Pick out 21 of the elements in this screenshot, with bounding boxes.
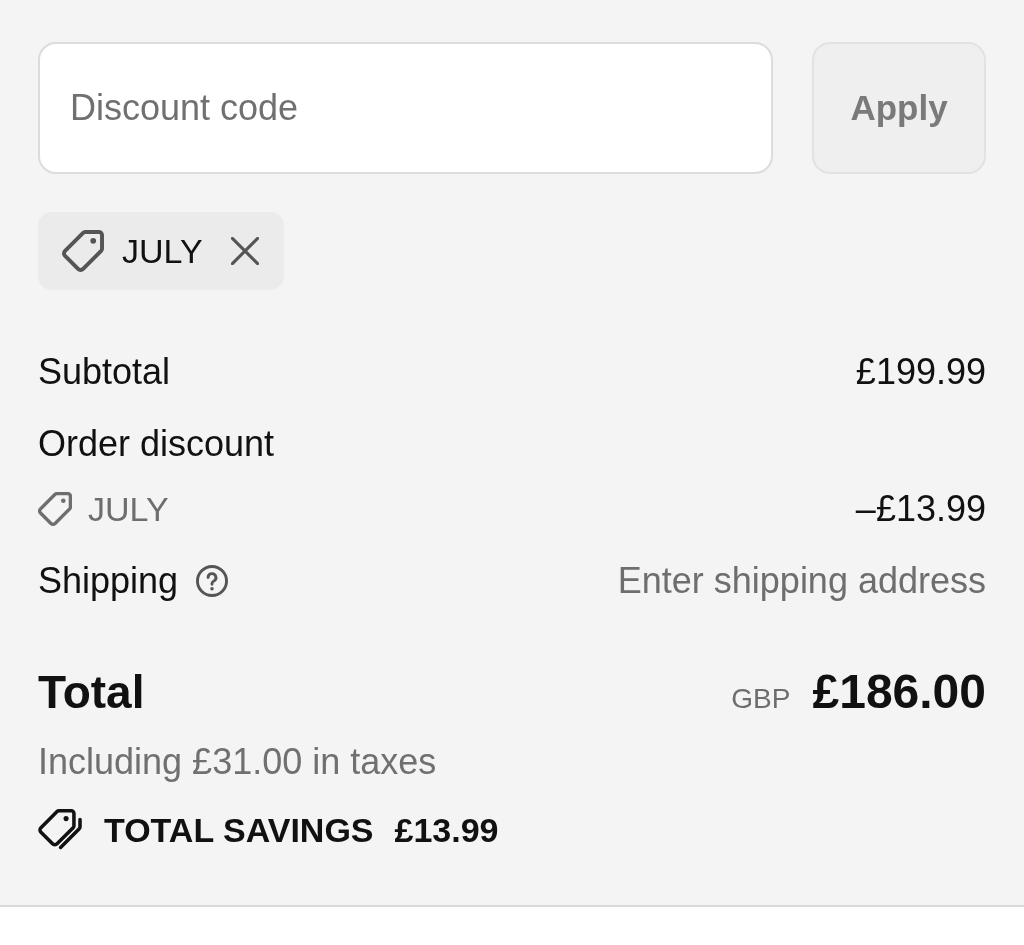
discount-code-field[interactable]: Discount code <box>38 42 773 174</box>
remove-code-button[interactable] <box>230 237 259 265</box>
subtotal-value: £199.99 <box>855 350 986 394</box>
discount-code-label: JULY <box>122 231 203 272</box>
shipping-hint: Enter shipping address <box>617 559 986 603</box>
tax-note: Including £31.00 in taxes <box>38 740 437 784</box>
discount-label: Order discount <box>38 422 275 466</box>
discount-amount: –£13.99 <box>855 487 986 531</box>
total-amount: £186.00 <box>812 664 986 720</box>
tag-icon <box>62 230 104 272</box>
savings-label: TOTAL SAVINGS <box>104 810 374 851</box>
shipping-label: Shipping <box>38 559 179 603</box>
double-tag-icon <box>38 809 82 851</box>
currency-code: GBP <box>731 682 791 716</box>
discount-code: JULY <box>88 489 169 530</box>
subtotal-label: Subtotal <box>38 350 171 394</box>
close-icon <box>230 237 259 265</box>
savings-amount: £13.99 <box>394 810 499 851</box>
total-label: Total <box>38 665 145 720</box>
tag-icon <box>38 492 72 526</box>
help-icon[interactable] <box>196 565 229 597</box>
